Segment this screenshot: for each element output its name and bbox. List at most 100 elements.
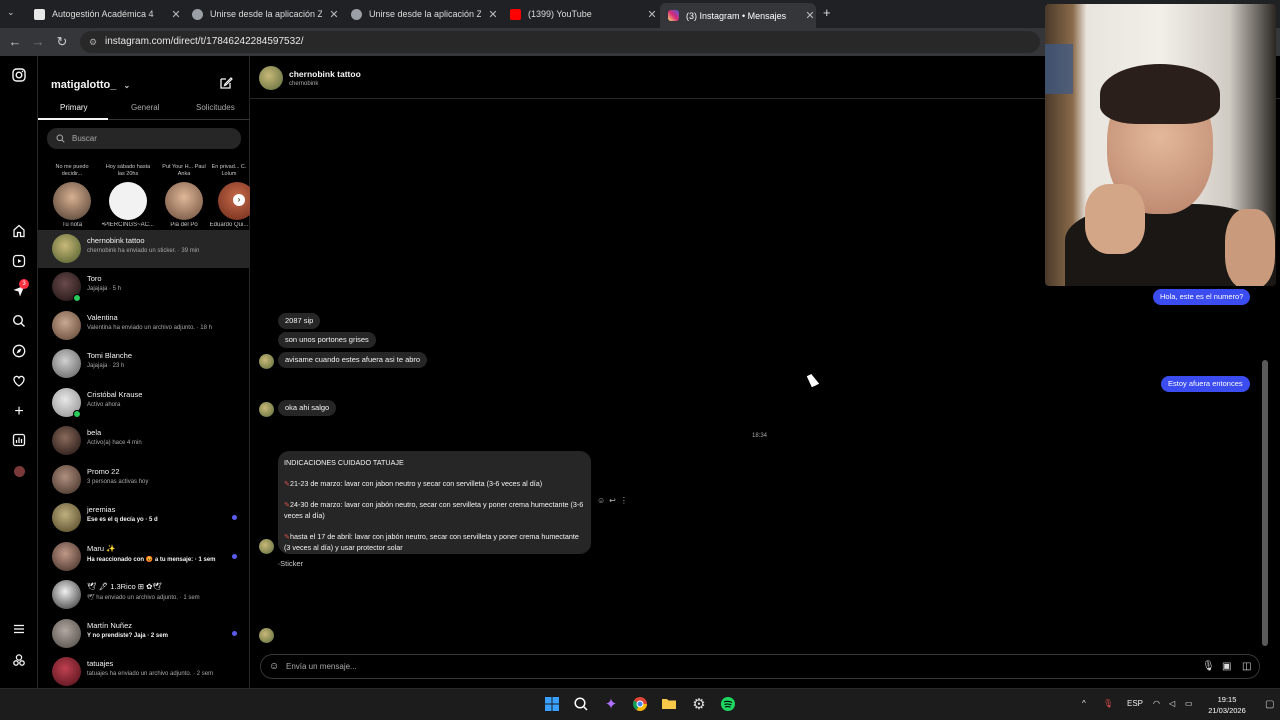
home-icon[interactable] [10, 224, 28, 242]
microphone-icon[interactable]: 🎙 [1202, 655, 1215, 678]
avatar [52, 349, 81, 378]
webcam-hair [1100, 64, 1220, 124]
tray-chevron-icon[interactable]: ^ [1082, 699, 1086, 708]
close-tab-icon[interactable]: ✕ [170, 8, 182, 21]
compose-icon[interactable] [219, 76, 233, 93]
reply-icon[interactable]: ↩ [609, 496, 620, 505]
reels-icon[interactable] [10, 254, 28, 272]
back-icon[interactable]: ← [7, 34, 23, 49]
conversation-item[interactable]: Promo 22 3 personas activas hoy [38, 461, 250, 499]
search-icon[interactable] [10, 314, 28, 332]
instagram-logo-icon[interactable] [10, 68, 28, 86]
message-bubble[interactable]: avisame cuando estes afuera asi te abro [278, 352, 428, 368]
heart-icon[interactable] [10, 374, 28, 392]
conversation-item[interactable]: Martín Nuñez Y no prendiste? Jaja · 2 se… [38, 615, 250, 653]
account-switcher[interactable]: matigalotto_ ⌄ [51, 79, 130, 91]
conversation-item[interactable]: chernobink tattoo chernobink ha enviado … [38, 230, 250, 268]
battery-icon[interactable]: ▭ [1185, 699, 1193, 708]
tab-requests[interactable]: Solicitudes [196, 103, 235, 112]
copilot-icon[interactable]: ✦ [602, 696, 620, 714]
more-icon[interactable]: ⋮ [620, 496, 632, 505]
messages-icon[interactable]: 3 [10, 279, 29, 302]
avatar [52, 234, 81, 263]
conversation-item[interactable]: Maru ✨ Ha reaccionado con 😡 a tu mensaje… [38, 538, 250, 576]
chrome-icon[interactable] [631, 696, 649, 714]
conversation-item[interactable]: Valentina Valentina ha enviado un archiv… [38, 307, 250, 345]
language-indicator[interactable]: ESP [1127, 699, 1143, 708]
avatar [259, 539, 274, 554]
avatar[interactable] [259, 66, 283, 90]
scrollbar[interactable] [1262, 360, 1268, 646]
message-bubble-sent[interactable]: Hola, este es el numero? [1153, 289, 1251, 305]
app-icon[interactable]: ⚙ [690, 696, 708, 714]
conversation-item[interactable]: 🕊 🖋 1.3Rico ⊞ ✿🕊 🕊 ha enviado un archivo… [38, 576, 250, 614]
close-tab-icon[interactable]: ✕ [487, 8, 499, 21]
message-bubble[interactable]: 2087 sip [278, 313, 321, 329]
clock[interactable]: 19:15 21/03/2026 [1202, 694, 1252, 716]
note-item[interactable]: Put Your H... Paul Anka Pia del Pó [158, 164, 210, 228]
close-tab-icon[interactable]: ✕ [646, 8, 658, 21]
conversation-item[interactable]: tatuajes tatuajes ha enviado un archivo … [38, 653, 250, 691]
chevron-right-icon[interactable]: › [233, 194, 245, 206]
file-explorer-icon[interactable] [660, 696, 678, 714]
address-bar[interactable]: ⚙ instagram.com/direct/t/178462422845975… [80, 31, 1040, 53]
note-item[interactable]: Hoy sábado hasta las 20hs •PIERCINGS~AC.… [102, 164, 154, 228]
spotify-icon[interactable] [719, 696, 737, 714]
browser-tab[interactable]: Unirse desde la aplicación Zoom ✕ [343, 3, 499, 25]
search-input[interactable]: Buscar [47, 128, 241, 149]
windows-start-icon[interactable] [543, 696, 561, 714]
profile-avatar[interactable] [10, 463, 28, 481]
browser-tab[interactable]: (1399) YouTube ✕ [502, 3, 658, 25]
menu-icon[interactable] [10, 622, 28, 640]
sticker-image[interactable]: ▫Sticker [278, 559, 303, 568]
threads-icon[interactable] [10, 653, 28, 671]
message-bubble-sent[interactable]: Estoy afuera entonces [1161, 376, 1250, 392]
volume-icon[interactable]: ◁ [1169, 699, 1175, 708]
online-indicator [73, 294, 81, 302]
browser-tab[interactable]: Unirse desde la aplicación Zoom ✕ [184, 3, 340, 25]
wifi-icon[interactable]: ◠ [1153, 699, 1160, 708]
reload-icon[interactable]: ↻ [54, 34, 70, 50]
conversation-item[interactable]: Tomi Blanche Jajajaja · 23 h [38, 345, 250, 383]
close-tab-icon[interactable]: ✕ [804, 9, 816, 22]
webcam-arm [1225, 209, 1275, 286]
message-actions: ☺↩⋮ [597, 496, 632, 505]
message-line: hasta el 17 de abril: lavar con jabón ne… [284, 532, 579, 552]
new-tab-icon[interactable]: + [823, 5, 831, 20]
tab-search-icon[interactable]: ⌄ [7, 7, 15, 18]
message-bubble[interactable]: son unos portones grises [278, 332, 376, 348]
message-bubble[interactable]: oka ahi salgo [278, 400, 337, 416]
webcam-hand [1085, 184, 1145, 254]
conversation-item[interactable]: jeremias Ese es el q decía yo · 5 d [38, 499, 250, 537]
dashboard-icon[interactable] [10, 433, 28, 451]
conversation-item[interactable]: Cristóbal Krause Activo ahora [38, 384, 250, 422]
forward-icon[interactable]: → [30, 34, 46, 49]
browser-tab-active[interactable]: (3) Instagram • Mensajes ✕ [660, 3, 816, 28]
avatar [165, 182, 203, 220]
chat-title[interactable]: chernobink tattoo [289, 69, 361, 79]
conversation-item[interactable]: Toro Jajajaja · 5 h [38, 268, 250, 306]
create-icon[interactable]: + [10, 403, 28, 421]
close-tab-icon[interactable]: ✕ [328, 8, 340, 21]
unread-dot [232, 554, 237, 559]
message-bubble-long[interactable]: INDICACIONES CUIDADO TATUAJE ✎21-23 de m… [278, 451, 591, 554]
avatar [259, 354, 274, 369]
sticker-icon[interactable]: ◫ [1242, 655, 1251, 678]
notification-icon[interactable]: ▢ [1265, 699, 1274, 710]
taskbar-search-icon[interactable] [572, 696, 590, 714]
tab-primary[interactable]: Primary [60, 103, 88, 112]
emoji-icon[interactable]: ☺ [269, 655, 279, 678]
explore-icon[interactable] [10, 344, 28, 362]
nav-rail: 3 + [0, 56, 38, 688]
message-input[interactable]: ☺ Envía un mensaje... 🎙 ▣ ◫ [260, 654, 1260, 679]
conversation-item[interactable]: bela Activo(a) hace 4 min [38, 422, 250, 460]
react-icon[interactable]: ☺ [597, 496, 609, 505]
browser-tab[interactable]: Autogestión Académica 4 ✕ [26, 3, 182, 25]
microphone-tray-icon[interactable]: 🎙 [1103, 699, 1113, 708]
avatar [52, 619, 81, 648]
note-item[interactable]: No me puedo decidir... Tu nota [46, 164, 98, 228]
image-icon[interactable]: ▣ [1222, 655, 1231, 678]
tab-general[interactable]: General [131, 103, 159, 112]
site-info-icon[interactable]: ⚙ [89, 31, 97, 53]
windows-taskbar: ✦ ⚙ ^ 🎙 ESP ◠ ◁ ▭ 19:15 21/03/2026 ▢ [0, 688, 1280, 720]
